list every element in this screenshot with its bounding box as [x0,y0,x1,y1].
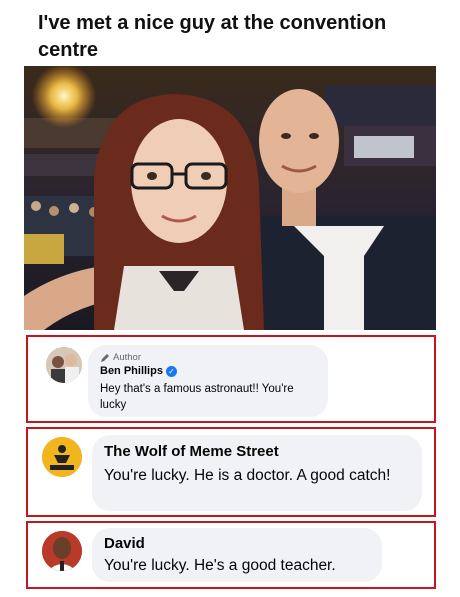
comment-text: You're lucky. He's a good teacher. [104,557,336,574]
comment-bubble: The Wolf of Meme Street You're lucky. He… [92,435,422,511]
comment-ben-phillips: Author Ben Phillips ✓ Hey that's a famous… [26,335,436,423]
commenter-name[interactable]: Ben Phillips [100,365,163,377]
commenter-name[interactable]: David [104,535,145,552]
comment-text: You're lucky. He is a doctor. A good cat… [104,467,391,484]
avatar-image [42,531,82,571]
avatar-image [46,347,82,383]
avatar[interactable] [42,531,82,571]
comment-bubble: David You're lucky. He's a good teacher. [92,528,382,582]
selfie-photo-illustration [24,66,436,330]
verified-badge-icon: ✓ [165,365,177,377]
comment-david: David You're lucky. He's a good teacher. [26,521,436,589]
avatar[interactable] [42,437,82,477]
pencil-icon [101,353,109,362]
commenter-name[interactable]: The Wolf of Meme Street [104,443,279,460]
author-tag: Author [100,352,141,363]
post-photo[interactable] [24,66,436,330]
avatar[interactable] [46,347,82,383]
comment-wolf-of-meme-street: The Wolf of Meme Street You're lucky. He… [26,427,436,517]
post-caption: I've met a nice guy at the convention ce… [38,12,387,61]
author-tag-label: Author [113,352,141,363]
comment-bubble: Author Ben Phillips ✓ Hey that's a famous… [88,345,328,417]
avatar-image [42,437,82,477]
comment-text: Hey that's a famous astronaut!! You're l… [100,383,294,411]
